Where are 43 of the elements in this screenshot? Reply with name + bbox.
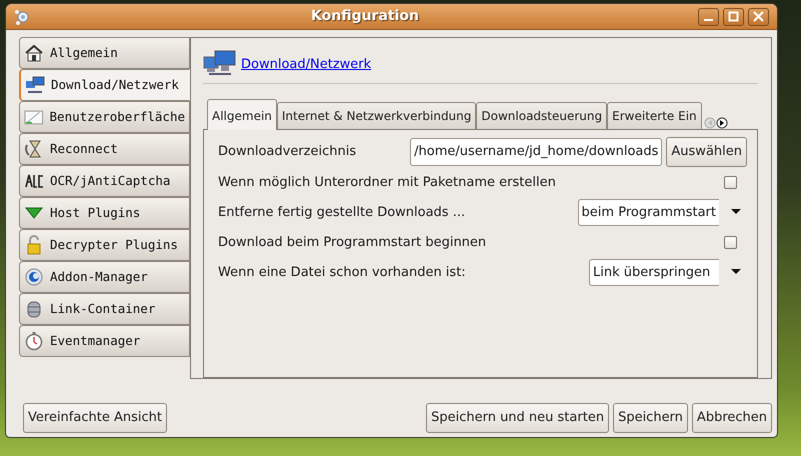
setting-label: Download beim Programmstart beginnen: [218, 234, 486, 252]
tab-scroll-arrows-icon[interactable]: [704, 117, 728, 130]
sidebar-item[interactable]: Reconnect: [19, 133, 190, 165]
sidebar-item[interactable]: Addon-Manager: [19, 261, 190, 293]
sidebar-item[interactable]: Eventmanager: [19, 325, 190, 357]
maximize-icon: [728, 11, 739, 22]
sidebar-item[interactable]: Allgemein: [19, 37, 190, 69]
simplified-view-button[interactable]: Vereinfachte Ansicht: [23, 403, 167, 432]
settings-tab[interactable]: Internet & Netzwerkverbindung: [276, 102, 476, 130]
dialog-button[interactable]: Abbrechen: [692, 403, 772, 432]
setting-label: Wenn möglich Unterordner mit Paketname erstellen: [218, 174, 556, 192]
minimize-icon: [704, 18, 713, 20]
dropdown-field[interactable]: Link überspringen: [589, 258, 719, 286]
settings-tab[interactable]: Allgemein: [207, 99, 277, 130]
sidebar-item[interactable]: Host Plugins: [19, 197, 190, 229]
dialog-button[interactable]: Speichern: [613, 403, 688, 432]
window-title: Konfiguration: [311, 8, 419, 24]
sidebar-item[interactable]: Decrypter Plugins: [19, 229, 190, 261]
browse-button[interactable]: Auswählen: [666, 137, 747, 167]
checkbox[interactable]: [724, 176, 737, 189]
sidebar-item[interactable]: Link-Container: [19, 293, 190, 325]
dropdown-arrow-icon[interactable]: [731, 209, 741, 216]
dropdown-field[interactable]: beim Programmstart: [578, 198, 719, 226]
settings-tab[interactable]: Erweiterte Ein: [607, 102, 702, 130]
house-icon: [24, 43, 44, 63]
minimize-button[interactable]: [698, 8, 719, 26]
checkbox[interactable]: [724, 236, 737, 249]
close-button[interactable]: [748, 8, 769, 26]
stopwatch-icon: [24, 331, 44, 351]
setting-label: Downloadverzeichnis: [218, 143, 356, 162]
setting-label: Wenn eine Datei schon vorhanden ist:: [218, 264, 466, 282]
network-computers-icon: [25, 75, 45, 95]
close-icon: [753, 11, 764, 22]
sidebar-item[interactable]: Download/Netzwerk: [19, 69, 190, 101]
dropdown-arrow-icon[interactable]: [731, 269, 741, 276]
section-link[interactable]: Download/Netzwerk: [241, 54, 372, 74]
setting-label: Entferne fertig gestellte Downloads ...: [218, 204, 466, 222]
maximize-button[interactable]: [723, 8, 744, 26]
sidebar-item[interactable]: OCR/jAntiCaptcha: [19, 165, 190, 197]
path-field[interactable]: /home/username/jd_home/downloads: [410, 138, 662, 166]
settings-tab[interactable]: Downloadsteuerung: [476, 102, 608, 130]
dialog-button[interactable]: Speichern und neu starten: [426, 403, 610, 432]
sidebar-item[interactable]: Benutzeroberfläche: [19, 101, 190, 133]
